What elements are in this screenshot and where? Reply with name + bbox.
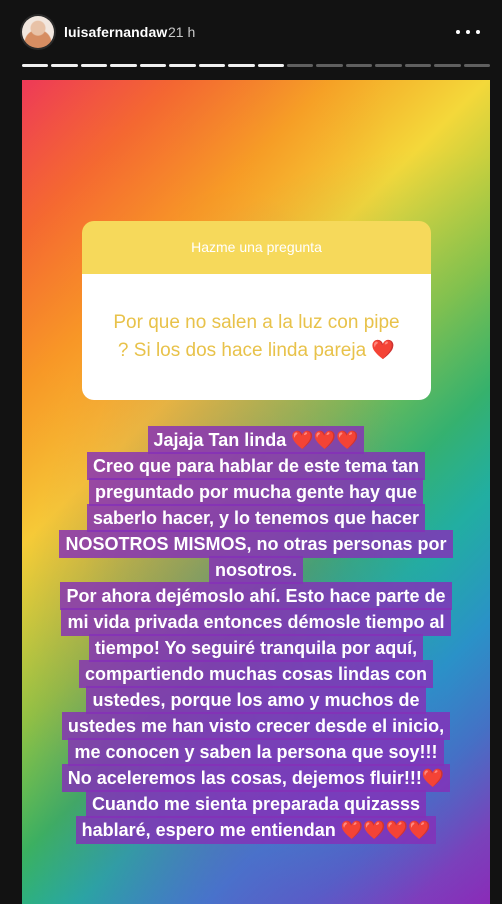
answer-line: Por ahora dejémoslo ahí. Esto hace parte… [60, 582, 452, 610]
answer-line: preguntado por mucha gente hay que [88, 478, 424, 506]
post-time: 21 h [168, 24, 196, 40]
progress-segment [139, 64, 167, 67]
progress-segment [375, 64, 402, 67]
answer-line: me conocen y saben la persona que soy!!! [68, 738, 444, 766]
answer-line-row: tiempo! Yo seguiré tranquila por aquí, [48, 634, 464, 662]
answer-line-row: Jajaja Tan linda ❤️❤️❤️ [48, 426, 464, 454]
answer-line-row: Cuando me sienta preparada quizasss [48, 790, 464, 818]
answer-line: Cuando me sienta preparada quizasss [85, 790, 427, 818]
question-sticker-title: Hazme una pregunta [82, 221, 431, 274]
answer-line: saberlo hacer, y lo tenemos que hacer [86, 504, 426, 532]
answer-line: hablaré, espero me entiendan ❤️❤️❤️❤️ [75, 816, 437, 844]
question-text: Por que no salen a la luz con pipe ? Si … [113, 312, 400, 361]
answer-line-row: Por ahora dejémoslo ahí. Esto hace parte… [48, 582, 464, 610]
progress-segment [80, 64, 108, 67]
answer-line: No aceleremos las cosas, dejemos fluir!!… [61, 764, 451, 792]
answer-line-row: No aceleremos las cosas, dejemos fluir!!… [48, 764, 464, 792]
story-progress-bar [22, 64, 490, 67]
answer-line-row: saberlo hacer, y lo tenemos que hacer [48, 504, 464, 532]
progress-segment [51, 64, 78, 67]
answer-line-row: me conocen y saben la persona que soy!!! [48, 738, 464, 766]
progress-segment [404, 64, 432, 67]
story-canvas[interactable]: Hazme una pregunta Por que no salen a la… [22, 80, 490, 904]
question-sticker-body: Por que no salen a la luz con pipe ? Si … [82, 274, 431, 400]
answer-line: ustedes, porque los amo y muchos de [86, 686, 426, 714]
story-header: luisafernandaw 21 h [0, 0, 502, 60]
username[interactable]: luisafernandaw [64, 24, 167, 40]
progress-segment [110, 64, 137, 67]
answer-line: NOSOTROS MISMOS, no otras personas por [59, 530, 453, 558]
answer-line: nosotros. [208, 556, 303, 584]
answer-line-row: preguntado por mucha gente hay que [48, 478, 464, 506]
more-options-icon[interactable] [456, 22, 480, 42]
answer-line-row: compartiendo muchas cosas lindas con [48, 660, 464, 688]
progress-segment [463, 64, 490, 67]
progress-segment [22, 64, 49, 67]
answer-line-row: mi vida privada entonces démosle tiempo … [48, 608, 464, 636]
answer-line: Jajaja Tan linda ❤️❤️❤️ [147, 426, 365, 454]
question-sticker[interactable]: Hazme una pregunta Por que no salen a la… [82, 221, 431, 400]
answer-line-row: ustedes me han visto crecer desde el ini… [48, 712, 464, 740]
answer-line: ustedes me han visto crecer desde el ini… [61, 712, 451, 740]
progress-segment [345, 64, 373, 67]
answer-line-row: nosotros. [48, 556, 464, 584]
answer-line-row: ustedes, porque los amo y muchos de [48, 686, 464, 714]
answer-line: mi vida privada entonces démosle tiempo … [61, 608, 451, 636]
answer-line: Creo que para hablar de este tema tan [86, 452, 426, 480]
progress-segment [228, 64, 255, 67]
profile-avatar[interactable] [22, 16, 54, 48]
answer-text-block: Jajaja Tan linda ❤️❤️❤️ Creo que para hab… [48, 426, 464, 844]
progress-segment [316, 64, 343, 67]
answer-line: compartiendo muchas cosas lindas con [78, 660, 434, 688]
answer-line-row: NOSOTROS MISMOS, no otras personas por [48, 530, 464, 558]
progress-segment [257, 64, 284, 67]
answer-line-row: hablaré, espero me entiendan ❤️❤️❤️❤️ [48, 816, 464, 844]
answer-line: tiempo! Yo seguiré tranquila por aquí, [88, 634, 424, 662]
answer-line-row: Creo que para hablar de este tema tan [48, 452, 464, 480]
progress-segment [434, 64, 461, 67]
progress-segment [169, 64, 196, 67]
progress-segment [198, 64, 226, 67]
progress-segment [286, 64, 314, 67]
